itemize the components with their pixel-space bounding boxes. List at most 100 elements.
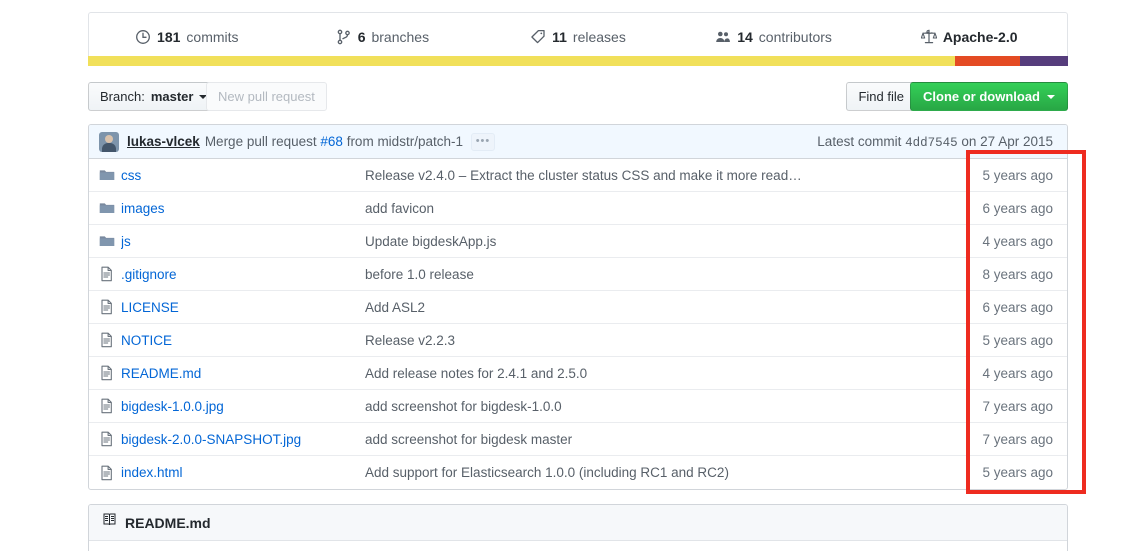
stat-releases[interactable]: 11 releases bbox=[480, 29, 676, 45]
stat-contributors-label: contributors bbox=[758, 29, 832, 45]
folder-icon bbox=[99, 233, 121, 249]
file-commit-message[interactable]: Update bigdeskApp.js bbox=[365, 234, 941, 249]
file-commit-age: 4 years ago bbox=[982, 365, 1053, 381]
file-name-cell: .gitignore bbox=[121, 267, 365, 282]
stat-branches-label: branches bbox=[371, 29, 430, 45]
repo-stats-bar: 181 commits 6 branches 11 releases 14 contribut… bbox=[88, 12, 1068, 62]
stat-releases-count: 11 bbox=[552, 29, 567, 45]
file-commit-message[interactable]: Add support for Elasticsearch 1.0.0 (inc… bbox=[365, 465, 941, 480]
book-icon bbox=[101, 513, 117, 532]
history-icon bbox=[135, 29, 151, 45]
language-segment-css bbox=[1019, 56, 1068, 66]
commit-date: 27 Apr 2015 bbox=[980, 133, 1053, 149]
language-segment-html bbox=[955, 56, 1020, 66]
folder-icon bbox=[99, 167, 121, 183]
file-commit-message[interactable]: Add release notes for 2.4.1 and 2.5.0 bbox=[365, 366, 941, 381]
table-row: images add favicon 6 years ago bbox=[89, 192, 1067, 225]
github-repo-page: 181 commits 6 branches 11 releases 14 contribut… bbox=[0, 0, 1121, 551]
stat-commits-label: commits bbox=[186, 29, 239, 45]
repo-toolbar: Branch: master New pull request Find fil… bbox=[88, 82, 1068, 112]
branch-selector-button[interactable]: Branch: master bbox=[88, 82, 220, 111]
file-commit-message[interactable]: add screenshot for bigdesk-1.0.0 bbox=[365, 399, 941, 414]
new-pull-request-button[interactable]: New pull request bbox=[206, 82, 327, 111]
latest-commit-meta: Latest commit 4dd7545 on 27 Apr 2015 bbox=[817, 134, 1057, 150]
commit-message-prefix: Merge pull request bbox=[204, 134, 317, 149]
file-name-cell: bigdesk-2.0.0-SNAPSHOT.jpg bbox=[121, 432, 365, 447]
git-branch-icon bbox=[336, 29, 352, 45]
find-file-button[interactable]: Find file bbox=[846, 82, 916, 111]
file-name-cell: NOTICE bbox=[121, 333, 365, 348]
file-link[interactable]: index.html bbox=[121, 465, 183, 480]
people-icon bbox=[715, 29, 731, 45]
file-commit-age: 5 years ago bbox=[982, 167, 1053, 183]
file-link[interactable]: js bbox=[121, 234, 131, 249]
stat-contributors-count: 14 bbox=[737, 29, 753, 45]
file-link[interactable]: LICENSE bbox=[121, 300, 179, 315]
commit-message-suffix: from midstr/patch-1 bbox=[346, 134, 463, 149]
table-row: bigdesk-2.0.0-SNAPSHOT.jpg add screenshot… bbox=[89, 423, 1067, 456]
latest-commit-bar: lukas-vlcek Merge pull request #68 from … bbox=[89, 125, 1067, 159]
stat-releases-label: releases bbox=[572, 29, 626, 45]
file-name-cell: js bbox=[121, 234, 365, 249]
chevron-down-icon bbox=[1047, 94, 1055, 99]
folder-icon bbox=[99, 200, 121, 216]
file-icon bbox=[99, 398, 121, 414]
commit-date-prefix: on bbox=[961, 133, 977, 149]
file-commit-age: 4 years ago bbox=[982, 233, 1053, 249]
file-rows-container: css Release v2.4.0 – Extract the cluster … bbox=[89, 159, 1067, 489]
branch-prefix-label: Branch: bbox=[100, 89, 145, 104]
file-commit-age: 6 years ago bbox=[982, 299, 1053, 315]
avatar bbox=[99, 131, 119, 152]
file-link[interactable]: README.md bbox=[121, 366, 201, 381]
file-link[interactable]: css bbox=[121, 168, 141, 183]
file-commit-message[interactable]: add favicon bbox=[365, 201, 941, 216]
stat-contributors[interactable]: 14 contributors bbox=[676, 29, 872, 45]
pull-request-link[interactable]: #68 bbox=[320, 134, 343, 149]
stat-commits[interactable]: 181 commits bbox=[89, 29, 285, 45]
readme-panel: README.md bbox=[88, 504, 1068, 551]
stat-license[interactable]: Apache-2.0 bbox=[871, 29, 1067, 45]
table-row: LICENSE Add ASL2 6 years ago bbox=[89, 291, 1067, 324]
file-commit-age: 5 years ago bbox=[982, 332, 1053, 348]
expand-commit-message-button[interactable]: ••• bbox=[470, 132, 495, 151]
file-link[interactable]: bigdesk-2.0.0-SNAPSHOT.jpg bbox=[121, 432, 301, 447]
commit-author-link[interactable]: lukas-vlcek bbox=[127, 134, 200, 149]
table-row: index.html Add support for Elasticsearch … bbox=[89, 456, 1067, 489]
file-commit-message[interactable]: before 1.0 release bbox=[365, 267, 941, 282]
table-row: js Update bigdeskApp.js 4 years ago bbox=[89, 225, 1067, 258]
file-commit-message[interactable]: Add ASL2 bbox=[365, 300, 941, 315]
file-commit-age: 8 years ago bbox=[982, 266, 1053, 282]
readme-title: README.md bbox=[125, 514, 211, 531]
stat-license-label: Apache-2.0 bbox=[942, 29, 1018, 45]
file-name-cell: index.html bbox=[121, 465, 365, 480]
table-row: README.md Add release notes for 2.4.1 and… bbox=[89, 357, 1067, 390]
file-commit-age: 7 years ago bbox=[982, 431, 1053, 447]
tag-icon bbox=[530, 29, 546, 45]
table-row: .gitignore before 1.0 release 8 years ago bbox=[89, 258, 1067, 291]
commit-message: Merge pull request #68 from midstr/patch… bbox=[205, 134, 463, 149]
file-icon bbox=[99, 299, 121, 315]
file-link[interactable]: images bbox=[121, 201, 165, 216]
file-name-cell: LICENSE bbox=[121, 300, 365, 315]
table-row: bigdesk-1.0.0.jpg add screenshot for bigd… bbox=[89, 390, 1067, 423]
readme-header: README.md bbox=[89, 505, 1067, 541]
table-row: css Release v2.4.0 – Extract the cluster … bbox=[89, 159, 1067, 192]
file-link[interactable]: .gitignore bbox=[121, 267, 177, 282]
latest-commit-label: Latest commit bbox=[817, 133, 902, 149]
commit-sha[interactable]: 4dd7545 bbox=[905, 136, 958, 150]
stat-branches[interactable]: 6 branches bbox=[285, 29, 481, 45]
branch-name-label: master bbox=[150, 89, 194, 104]
stat-commits-count: 181 bbox=[157, 29, 181, 45]
clone-or-download-button[interactable]: Clone or download bbox=[910, 82, 1068, 111]
file-icon bbox=[99, 431, 121, 447]
file-icon bbox=[99, 332, 121, 348]
file-commit-message[interactable]: Release v2.4.0 – Extract the cluster sta… bbox=[365, 168, 941, 183]
file-link[interactable]: bigdesk-1.0.0.jpg bbox=[121, 399, 224, 414]
file-commit-message[interactable]: Release v2.2.3 bbox=[365, 333, 941, 348]
file-commit-message[interactable]: add screenshot for bigdesk master bbox=[365, 432, 941, 447]
file-link[interactable]: NOTICE bbox=[121, 333, 172, 348]
readme-body bbox=[89, 541, 1067, 551]
file-name-cell: images bbox=[121, 201, 365, 216]
stat-branches-count: 6 bbox=[357, 29, 366, 45]
file-commit-age: 5 years ago bbox=[982, 465, 1053, 480]
